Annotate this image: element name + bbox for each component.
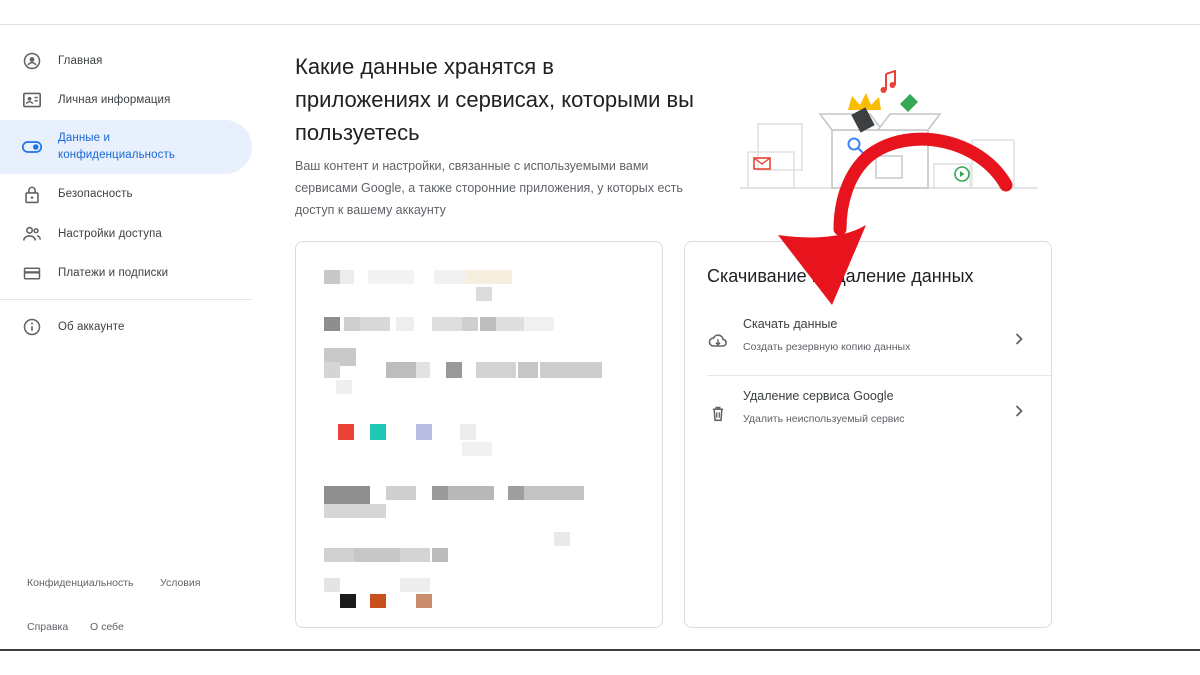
- sidebar-item-label: Данные и конфиденциальность: [58, 132, 175, 161]
- sidebar-item-label: Настройки доступа: [58, 227, 162, 240]
- delete-service-row[interactable]: Удаление сервиса Google Удалить неисполь…: [685, 380, 1051, 448]
- privacy-link[interactable]: Конфиденциальность: [27, 577, 134, 589]
- sidebar-item-personal-info[interactable]: Личная информация: [0, 81, 252, 119]
- sidebar-item-data-privacy[interactable]: Данные и конфиденциальность: [0, 120, 252, 174]
- help-link[interactable]: Справка: [27, 621, 68, 633]
- pixelated-card: [295, 241, 663, 628]
- download-delete-card: Скачивание и удаление данных Скачать дан…: [684, 241, 1052, 628]
- row-subtitle: Создать резервную копию данных: [743, 341, 911, 353]
- people-icon: [22, 224, 42, 244]
- chevron-right-icon: [1015, 333, 1023, 345]
- sidebar-item-security[interactable]: Безопасность: [0, 175, 252, 213]
- info-icon: [22, 317, 42, 337]
- credit-card-icon: [22, 263, 42, 283]
- sidebar-item-about-account[interactable]: Об аккаунте: [0, 308, 252, 346]
- sidebar-item-label: Личная информация: [58, 93, 171, 106]
- chevron-right-icon: [1015, 405, 1023, 417]
- download-data-row[interactable]: Скачать данные Создать резервную копию д…: [685, 308, 1051, 376]
- account-circle-icon: [22, 51, 42, 71]
- cloud-download-icon: [707, 330, 729, 352]
- data-box-illustration: [740, 69, 1040, 195]
- sidebar-item-label: Об аккаунте: [58, 320, 125, 333]
- sidebar-item-home[interactable]: Главная: [0, 42, 252, 80]
- top-bar: [0, 0, 1200, 25]
- sidebar-divider: [0, 299, 252, 300]
- trash-icon: [707, 402, 729, 424]
- row-subtitle: Удалить неиспользуемый сервис: [743, 413, 905, 425]
- sidebar-item-payments[interactable]: Платежи и подписки: [0, 254, 252, 292]
- bottom-border: [0, 649, 1200, 651]
- row-divider: [707, 375, 1051, 376]
- about-link[interactable]: О себе: [90, 621, 124, 633]
- toggle-icon: [22, 137, 42, 157]
- row-title: Удаление сервиса Google: [743, 389, 894, 403]
- sidebar-item-label: Безопасность: [58, 187, 133, 200]
- sidebar-item-people-sharing[interactable]: Настройки доступа: [0, 215, 252, 253]
- row-title: Скачать данные: [743, 317, 838, 331]
- page-title: Какие данные хранятся в приложениях и се…: [295, 54, 694, 145]
- terms-link[interactable]: Условия: [160, 577, 200, 589]
- page-description: Ваш контент и настройки, связанные с исп…: [295, 159, 683, 217]
- card-title: Скачивание и удаление данных: [707, 266, 974, 286]
- sidebar: Главная Личная информация Данные и конфи…: [0, 40, 255, 648]
- sidebar-item-label: Главная: [58, 54, 103, 67]
- id-card-icon: [22, 90, 42, 110]
- sidebar-item-label: Платежи и подписки: [58, 266, 169, 279]
- lock-icon: [22, 184, 42, 204]
